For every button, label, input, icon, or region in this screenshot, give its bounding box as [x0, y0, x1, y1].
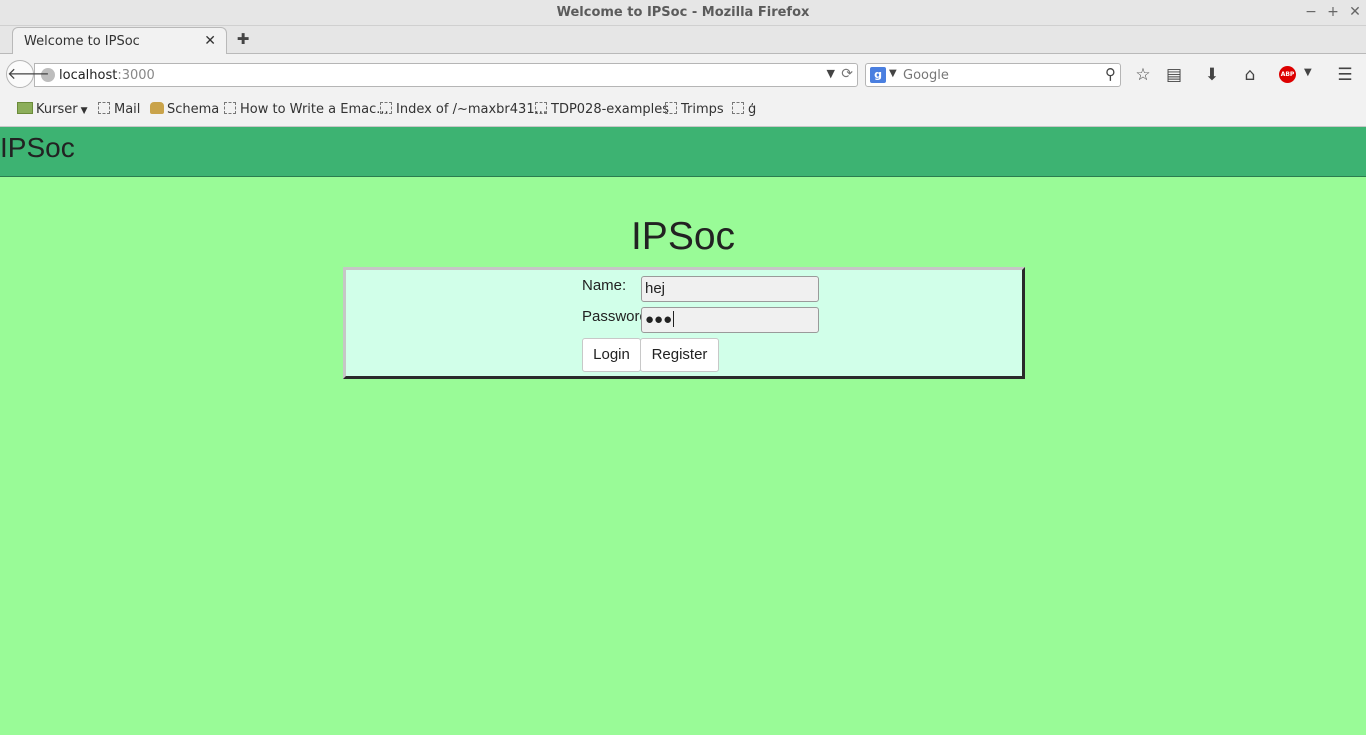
search-engine-dropdown-icon[interactable]: ▼ — [889, 68, 897, 79]
back-button[interactable]: 🡐 — [6, 60, 50, 88]
bookmark-g[interactable]: ģ — [732, 102, 756, 117]
close-window-icon[interactable]: ✕ — [1346, 3, 1364, 21]
reload-icon[interactable]: ⟳ — [841, 66, 853, 82]
name-value: hej — [645, 280, 666, 297]
login-button[interactable]: Login — [582, 338, 641, 372]
page-icon — [665, 102, 677, 114]
adblock-dropdown-icon[interactable]: ▼ — [1304, 67, 1312, 78]
bookmark-label: ģ — [748, 102, 757, 117]
password-label: Password: — [582, 308, 641, 325]
app-brand[interactable]: IPSoc — [0, 132, 75, 164]
page-content: IPSoc IPSoc Name: hej Password: ●●● Logi… — [0, 127, 1366, 735]
bookmark-label: Mail — [114, 102, 141, 117]
bookmark-star-icon[interactable]: ☆ — [1132, 64, 1154, 86]
page-icon — [535, 102, 547, 114]
name-field[interactable]: hej — [641, 276, 819, 302]
bookmark-kurser[interactable]: Kurser ▼ — [17, 102, 88, 117]
tab-strip: Welcome to IPSoc ✕ ✚ — [0, 26, 1366, 55]
globe-icon — [150, 102, 164, 114]
maximize-icon[interactable]: + — [1324, 3, 1342, 21]
downloads-icon[interactable]: ⬇ — [1201, 64, 1223, 86]
new-tab-icon[interactable]: ✚ — [234, 30, 252, 48]
bookmark-mail[interactable]: Mail — [98, 102, 140, 117]
search-bar[interactable]: g ▼ Google ⚲ — [865, 63, 1121, 87]
register-button[interactable]: Register — [640, 338, 719, 372]
navigation-toolbar: localhost:3000 ▼ ⟳ 🡐 g ▼ Google ⚲ ☆ ▤ ⬇ … — [0, 54, 1366, 94]
chevron-down-icon: ▼ — [80, 106, 88, 116]
text-cursor — [673, 311, 675, 327]
window-title: Welcome to IPSoc - Mozilla Firefox — [556, 5, 810, 20]
adblock-icon[interactable]: ABP — [1279, 66, 1296, 83]
bookmark-tdp028[interactable]: TDP028-examples — [535, 102, 669, 117]
url-port: :3000 — [117, 68, 155, 83]
history-dropdown-icon[interactable]: ▼ — [827, 67, 835, 80]
bookmark-label: Index of /~maxbr431... — [396, 102, 547, 117]
login-form: Name: hej Password: ●●● Login Register — [343, 267, 1025, 379]
bookmark-label: Kurser — [36, 102, 78, 117]
password-field[interactable]: ●●● — [641, 307, 819, 333]
bookmarks-list-icon[interactable]: ▤ — [1163, 64, 1185, 86]
bookmark-label: TDP028-examples — [551, 102, 670, 117]
bookmark-label: Trimps — [681, 102, 724, 117]
bookmarks-toolbar: Kurser ▼ Mail Schema How to Write a Emac.… — [0, 94, 1366, 127]
home-icon[interactable]: ⌂ — [1239, 64, 1261, 86]
page-icon — [732, 102, 744, 114]
page-icon — [380, 102, 392, 114]
bookmark-label: How to Write a Emac... — [240, 102, 389, 117]
url-text[interactable]: localhost:3000 — [59, 68, 155, 83]
url-host: localhost — [59, 68, 118, 83]
back-arrow-icon: 🡐 — [7, 64, 50, 83]
bookmark-trimps[interactable]: Trimps — [665, 102, 724, 117]
url-bar[interactable]: localhost:3000 ▼ ⟳ — [34, 63, 858, 87]
bookmark-label: Schema — [167, 102, 220, 117]
app-header: IPSoc — [0, 127, 1366, 177]
password-value: ●●● — [645, 311, 673, 328]
bookmark-emacs[interactable]: How to Write a Emac... — [224, 102, 389, 117]
minimize-icon[interactable]: − — [1302, 3, 1320, 21]
bookmark-schema[interactable]: Schema — [150, 102, 219, 117]
window-titlebar: Welcome to IPSoc - Mozilla Firefox − + ✕ — [0, 0, 1366, 26]
menu-icon[interactable]: ☰ — [1334, 64, 1356, 86]
page-icon — [98, 102, 110, 114]
name-label: Name: — [582, 277, 627, 294]
page-icon — [224, 102, 236, 114]
search-engine-icon[interactable]: g — [870, 67, 886, 83]
tab-label: Welcome to IPSoc — [24, 34, 140, 49]
search-placeholder: Google — [903, 68, 949, 83]
folder-icon — [17, 102, 33, 114]
bookmark-index[interactable]: Index of /~maxbr431... — [380, 102, 547, 117]
tab-welcome[interactable]: Welcome to IPSoc ✕ — [12, 27, 227, 55]
close-tab-icon[interactable]: ✕ — [204, 33, 216, 49]
page-title: IPSoc — [630, 215, 736, 258]
search-icon[interactable]: ⚲ — [1105, 65, 1116, 83]
